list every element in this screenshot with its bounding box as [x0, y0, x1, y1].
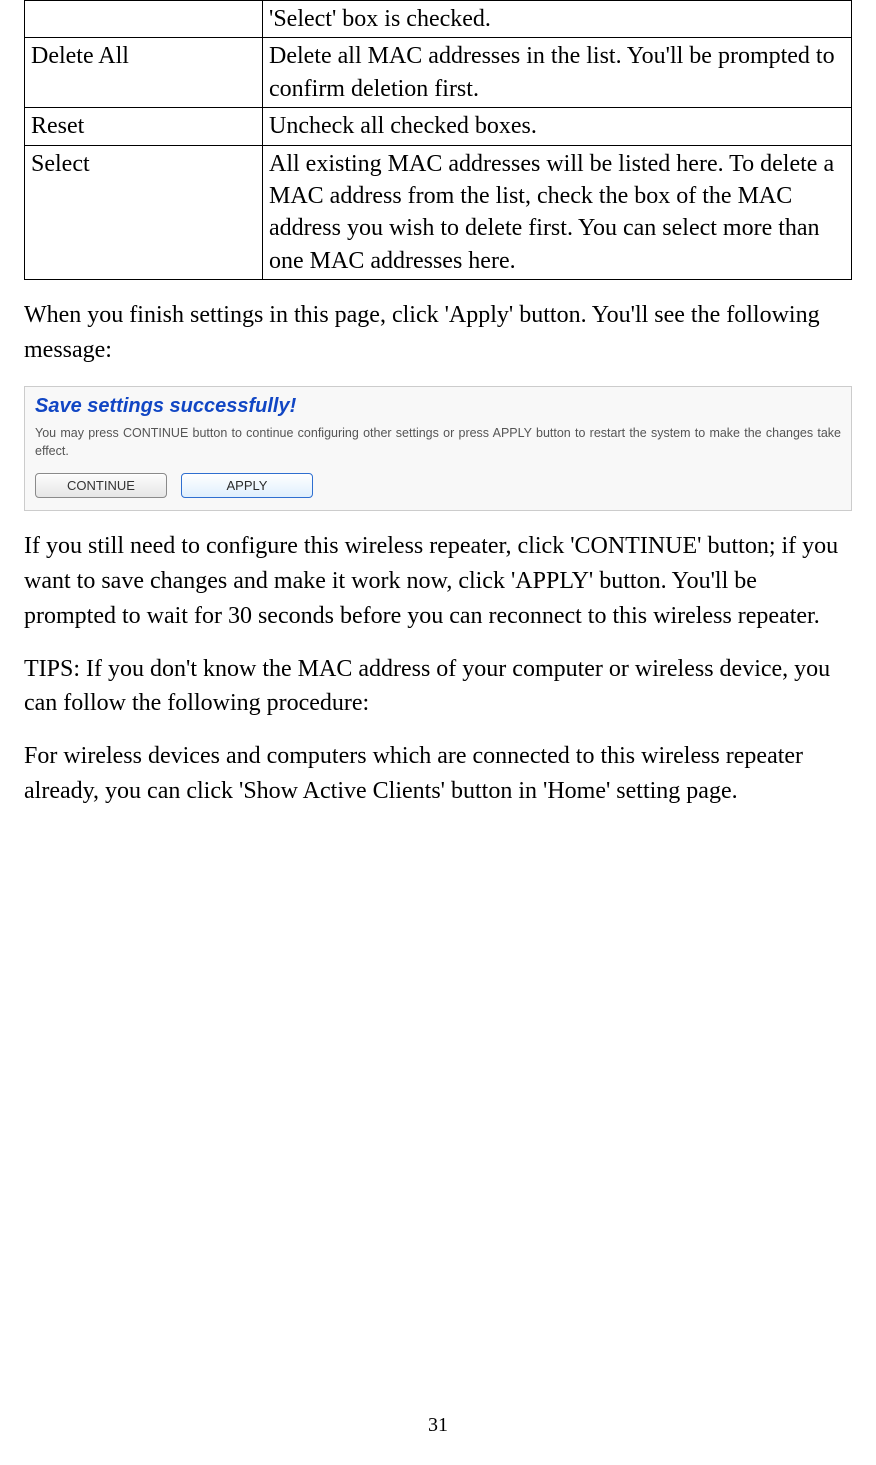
continue-button[interactable]: CONTINUE	[35, 473, 167, 498]
panel-title: Save settings successfully!	[35, 395, 841, 418]
panel-inner: Save settings successfully! You may pres…	[25, 387, 851, 511]
paragraph-continue-apply: If you still need to configure this wire…	[24, 529, 852, 633]
panel-button-row: CONTINUE APPLY	[35, 473, 841, 498]
option-name-cell	[25, 1, 263, 38]
table-row: Delete All Delete all MAC addresses in t…	[25, 38, 852, 108]
option-name-cell: Delete All	[25, 38, 263, 108]
option-name-cell: Select	[25, 145, 263, 280]
page-number: 31	[0, 1414, 876, 1437]
options-table: 'Select' box is checked. Delete All Dele…	[24, 0, 852, 280]
table-row: Select All existing MAC addresses will b…	[25, 145, 852, 280]
panel-description: You may press CONTINUE button to continu…	[35, 424, 841, 462]
paragraph-intro: When you finish settings in this page, c…	[24, 298, 852, 368]
paragraph-tips: TIPS: If you don't know the MAC address …	[24, 652, 852, 722]
option-desc-cell: Delete all MAC addresses in the list. Yo…	[263, 38, 852, 108]
paragraph-show-active-clients: For wireless devices and computers which…	[24, 739, 852, 809]
option-desc-cell: Uncheck all checked boxes.	[263, 108, 852, 145]
option-name-cell: Reset	[25, 108, 263, 145]
save-settings-panel: Save settings successfully! You may pres…	[24, 386, 852, 512]
option-desc-cell: 'Select' box is checked.	[263, 1, 852, 38]
document-page: 'Select' box is checked. Delete All Dele…	[0, 0, 876, 1465]
apply-button[interactable]: APPLY	[181, 473, 313, 498]
option-desc-cell: All existing MAC addresses will be liste…	[263, 145, 852, 280]
table-row: 'Select' box is checked.	[25, 1, 852, 38]
table-row: Reset Uncheck all checked boxes.	[25, 108, 852, 145]
